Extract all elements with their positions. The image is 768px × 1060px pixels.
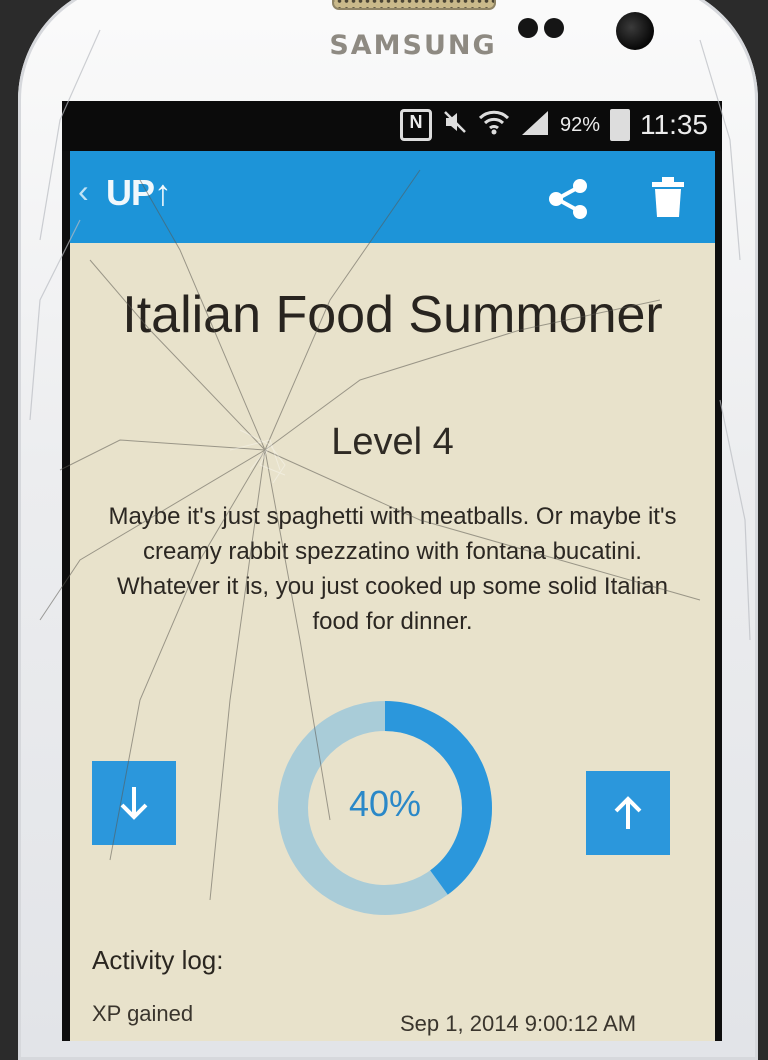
log-entry-date: Sep 1, 2014 9:00:12 AM — [400, 1011, 637, 1036]
skill-level: Level 4 — [331, 421, 454, 463]
phone-screen: N 92% 11:35 ‹ UP↑ Italian Food Summoner … — [62, 101, 722, 1041]
app-bar: ‹ UP↑ — [70, 151, 715, 243]
brand-logo: SAMSUNG — [329, 30, 497, 61]
arrow-up-icon — [614, 796, 642, 829]
activity-log-heading: Activity log: — [92, 945, 224, 975]
share-icon[interactable] — [545, 176, 591, 222]
level-down-button[interactable] — [92, 761, 176, 845]
light-sensor — [544, 18, 564, 38]
skill-description: Maybe it's just spaghetti with meatballs… — [108, 503, 677, 635]
trash-icon[interactable] — [650, 176, 686, 218]
signal-icon — [520, 109, 550, 141]
battery-percent: 92% — [559, 113, 600, 136]
battery-icon — [610, 109, 630, 141]
nfc-icon: N — [399, 109, 432, 141]
log-entry-label: XP gained — [92, 1001, 194, 1026]
skill-title: Italian Food Summoner — [122, 286, 663, 344]
progress-label: 40% — [348, 783, 422, 824]
status-bar: N 92% 11:35 — [62, 101, 722, 151]
clock: 11:35 — [640, 109, 708, 140]
level-up-button[interactable] — [586, 771, 670, 855]
app-logo[interactable]: UP↑ — [106, 172, 172, 214]
wifi-icon — [478, 109, 510, 141]
mute-icon — [442, 109, 468, 141]
front-camera — [616, 12, 654, 50]
earpiece-speaker — [332, 0, 496, 10]
arrow-down-icon — [120, 787, 148, 820]
proximity-sensor — [518, 18, 538, 38]
back-icon[interactable]: ‹ — [78, 173, 89, 210]
skill-detail: Italian Food Summoner Level 4 Maybe it's… — [70, 243, 715, 1041]
